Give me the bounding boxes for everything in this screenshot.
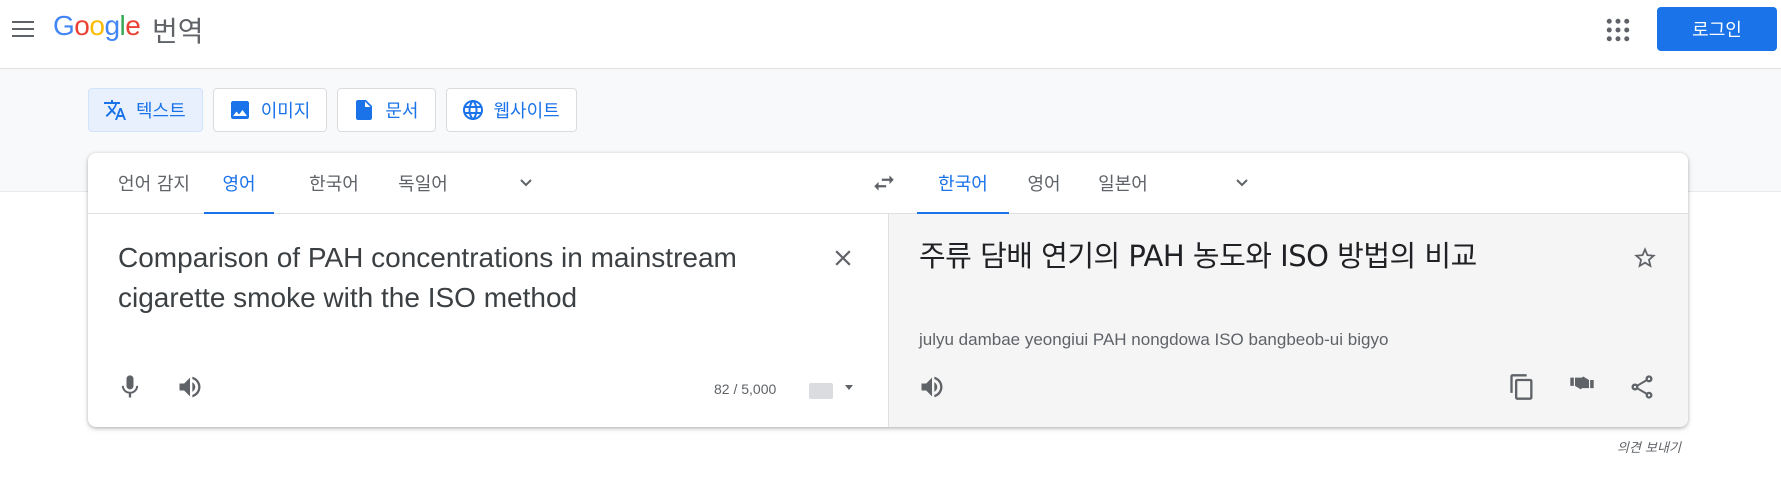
login-button[interactable]: 로그인 [1657, 7, 1777, 51]
clear-text-close-icon[interactable] [830, 245, 856, 271]
save-translation-star-icon[interactable] [1632, 245, 1658, 271]
globe-icon [462, 100, 483, 120]
translation-card: 언어 감지 영어 한국어 독일어 한국어 영어 일본어 Comparison o… [88, 153, 1688, 427]
character-count: 82 / 5,000 [714, 381, 777, 397]
tab-image[interactable]: 이미지 [212, 88, 328, 132]
tab-document-label: 문서 [385, 101, 419, 122]
target-more-langs-chevron-down-icon[interactable] [1230, 171, 1254, 195]
menu-icon[interactable] [8, 14, 38, 44]
target-lang-korean[interactable]: 한국어 [917, 153, 1009, 214]
source-text-input[interactable]: Comparison of PAH concentrations in main… [118, 238, 808, 318]
tab-document[interactable]: 문서 [337, 88, 436, 132]
source-lang-korean[interactable]: 한국어 [286, 153, 382, 213]
rate-translation-thumbs-icon[interactable] [1568, 373, 1596, 401]
copy-icon[interactable] [1508, 373, 1536, 401]
source-speaker-icon[interactable] [176, 373, 204, 401]
tab-text[interactable]: 텍스트 [88, 88, 203, 132]
translate-icon [104, 100, 126, 120]
top-bar: Google 번역 로그인 [0, 0, 1781, 69]
language-bar: 언어 감지 영어 한국어 독일어 한국어 영어 일본어 [88, 153, 1688, 214]
source-more-langs-chevron-down-icon[interactable] [514, 171, 538, 195]
source-lang-detect[interactable]: 언어 감지 [98, 153, 210, 213]
tab-website-label: 웹사이트 [493, 101, 560, 122]
mode-tabs: 텍스트 이미지 문서 웹사이트 [88, 88, 577, 132]
swap-languages-icon[interactable] [871, 170, 897, 196]
source-lang-english[interactable]: 영어 [204, 153, 274, 214]
target-speaker-icon[interactable] [918, 373, 946, 401]
document-icon [356, 100, 373, 120]
apps-grid-icon[interactable] [1603, 15, 1633, 45]
tab-text-label: 텍스트 [136, 101, 186, 122]
target-lang-english[interactable]: 영어 [1016, 153, 1072, 213]
keyboard-icon[interactable] [809, 383, 833, 399]
google-logo[interactable]: Google [53, 10, 141, 42]
keyboard-options-caret-icon[interactable] [845, 385, 853, 390]
microphone-icon[interactable] [116, 373, 144, 401]
translated-text: 주류 담배 연기의 PAH 농도와 ISO 방법의 비교 [919, 239, 1477, 273]
tab-website[interactable]: 웹사이트 [445, 88, 577, 132]
transliteration: julyu dambae yeongiui PAH nongdowa ISO b… [919, 330, 1389, 349]
tab-image-label: 이미지 [260, 101, 311, 122]
target-lang-japanese[interactable]: 일본어 [1088, 153, 1158, 213]
source-lang-german[interactable]: 독일어 [384, 153, 462, 213]
product-title[interactable]: 번역 [152, 10, 204, 50]
send-feedback-link[interactable]: 의견 보내기 [1617, 437, 1681, 456]
image-icon [230, 101, 249, 119]
share-icon[interactable] [1628, 373, 1656, 401]
panel-divider [888, 214, 889, 427]
